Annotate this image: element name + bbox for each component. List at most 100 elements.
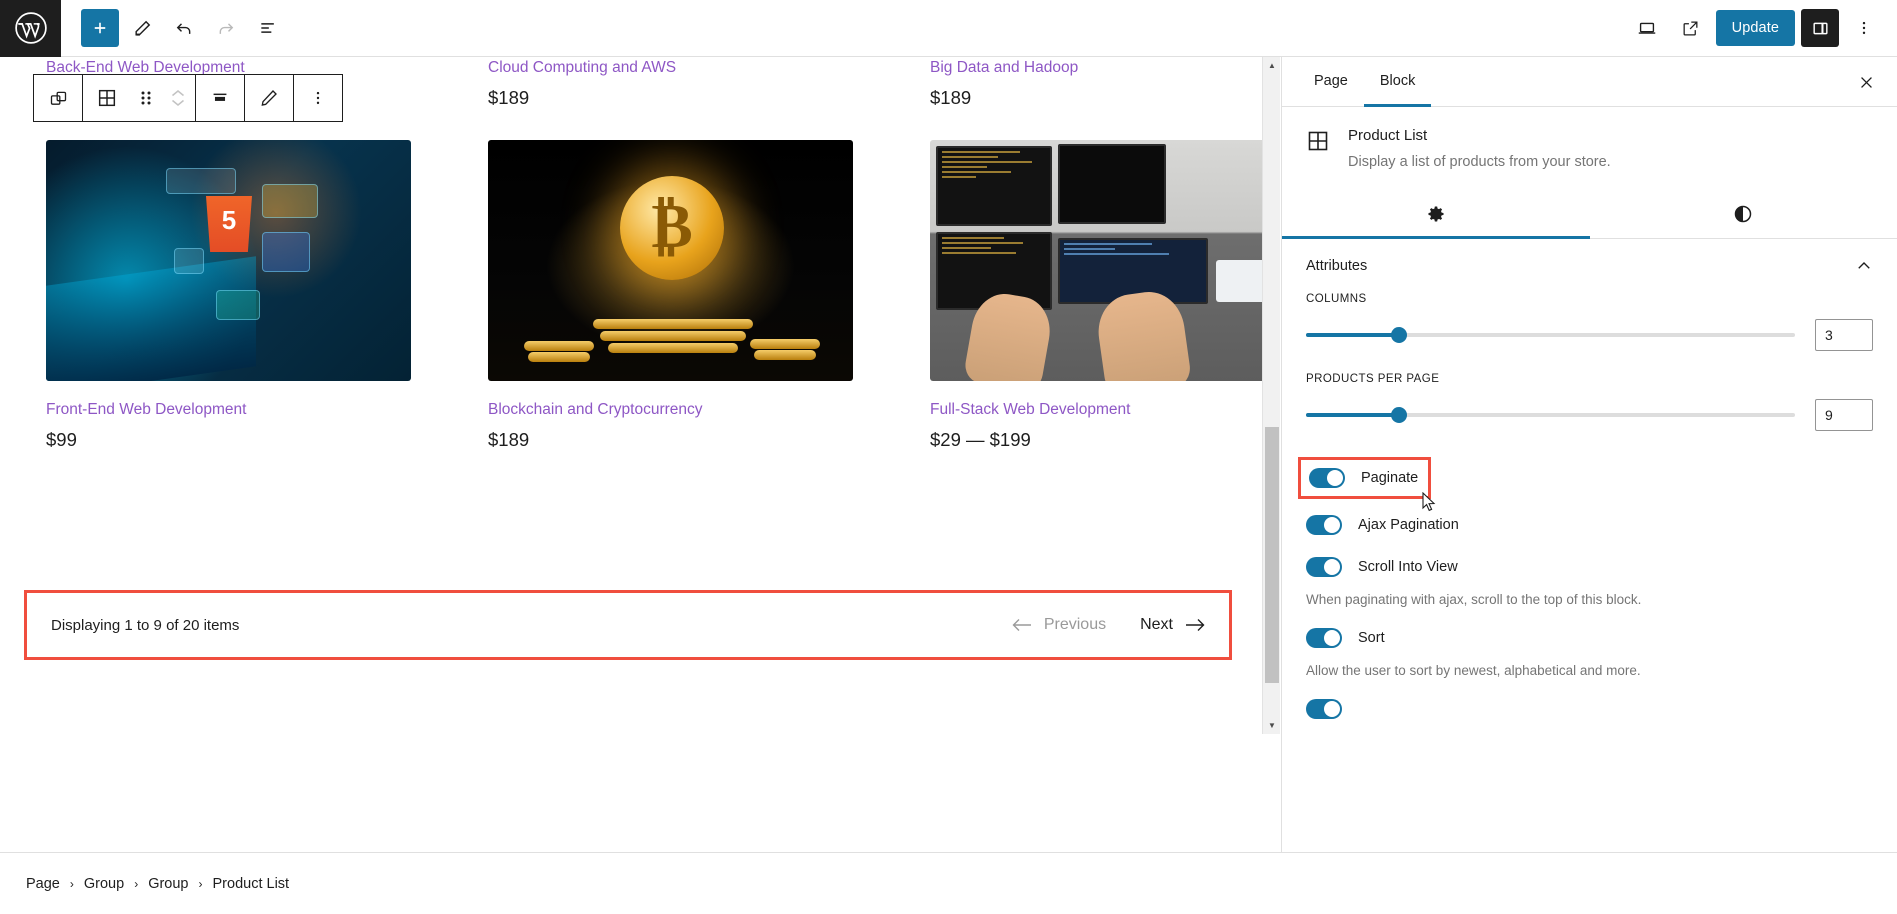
grid-icon: [1306, 127, 1332, 173]
sort-toggle[interactable]: [1306, 628, 1342, 648]
bitcoin-coin-photo: ₿: [488, 140, 853, 381]
sort-label: Sort: [1358, 630, 1385, 646]
pagination-bar-highlighted: Displaying 1 to 9 of 20 items Previous N…: [24, 590, 1232, 660]
undo-button[interactable]: [165, 9, 203, 47]
tab-page[interactable]: Page: [1298, 57, 1364, 107]
product-title-link[interactable]: Blockchain and Cryptocurrency: [488, 399, 890, 421]
product-title-link[interactable]: Full-Stack Web Development: [930, 399, 1280, 421]
scroll-into-view-toggle[interactable]: [1306, 557, 1342, 577]
ajax-pagination-toggle[interactable]: [1306, 515, 1342, 535]
product-card[interactable]: Cloud Computing and AWS $189: [488, 57, 890, 111]
styles-tab[interactable]: [1590, 191, 1897, 239]
pagination-count-text: Displaying 1 to 9 of 20 items: [51, 616, 240, 634]
sidebar-subtab-bar: [1282, 191, 1897, 239]
next-page-label: Next: [1140, 616, 1173, 633]
product-price: $99: [46, 429, 77, 450]
top-bar-left-tools: [81, 9, 287, 47]
settings-sidebar-icon[interactable]: [1801, 9, 1839, 47]
product-title-link[interactable]: Front-End Web Development: [46, 399, 448, 421]
columns-slider[interactable]: [1306, 327, 1795, 343]
breadcrumb-item-page[interactable]: Page: [26, 876, 60, 892]
columns-label: COLUMNS: [1306, 293, 1367, 305]
wordpress-logo-icon[interactable]: [0, 0, 61, 57]
add-block-button[interactable]: [81, 9, 119, 47]
arrow-left-icon: [1012, 619, 1031, 631]
settings-sidebar: Page Block Product List Display a list o…: [1281, 57, 1897, 852]
attributes-panel-header[interactable]: Attributes: [1306, 239, 1873, 293]
breadcrumb-item-group-1[interactable]: Group: [84, 876, 124, 892]
columns-input[interactable]: 3: [1815, 319, 1873, 351]
contrast-half-circle-icon: [1735, 205, 1752, 222]
paginate-label: Paginate: [1361, 470, 1419, 486]
product-card[interactable]: Big Data and Hadoop $189: [930, 57, 1280, 111]
align-center-icon[interactable]: [196, 75, 244, 121]
breadcrumb: Page › Group › Group › Product List: [0, 852, 1897, 914]
additional-toggle[interactable]: [1306, 699, 1342, 719]
settings-tab[interactable]: [1282, 191, 1590, 239]
attributes-panel-title: Attributes: [1306, 258, 1368, 274]
product-price: $189: [930, 87, 972, 108]
desktop-preview-icon[interactable]: [1628, 9, 1666, 47]
close-x-icon[interactable]: [1849, 65, 1883, 99]
breadcrumb-item-group-2[interactable]: Group: [148, 876, 188, 892]
vertical-ellipsis-icon[interactable]: [294, 75, 342, 121]
block-description: Display a list of products from your sto…: [1348, 154, 1611, 170]
next-page-button[interactable]: Next: [1140, 616, 1205, 634]
breadcrumb-item-product-list[interactable]: Product List: [213, 876, 290, 892]
tab-block[interactable]: Block: [1363, 57, 1432, 107]
scroll-into-view-help: When paginating with ajax, scroll to the…: [1306, 592, 1642, 607]
grid-icon[interactable]: [83, 75, 131, 121]
top-bar-right-tools: Update: [1628, 9, 1883, 47]
columns-control: COLUMNS 3: [1306, 293, 1873, 351]
copy-blocks-icon[interactable]: [34, 75, 82, 121]
block-title: Product List: [1348, 127, 1428, 144]
products-per-page-slider[interactable]: [1306, 407, 1795, 423]
vertical-ellipsis-icon[interactable]: [1845, 9, 1883, 47]
arrow-right-icon: [1186, 619, 1205, 631]
edit-tool-button[interactable]: [123, 9, 161, 47]
product-price: $189: [488, 429, 530, 450]
developer-desk-photo: [930, 140, 1280, 381]
ajax-pagination-row: Ajax Pagination: [1306, 515, 1873, 535]
drag-dots-icon[interactable]: [131, 75, 161, 121]
breadcrumb-separator-icon: ›: [134, 876, 139, 891]
products-per-page-control: PRODUCTS PER PAGE 9: [1306, 373, 1873, 431]
previous-page-button[interactable]: Previous: [1012, 616, 1106, 634]
product-title-link[interactable]: Cloud Computing and AWS: [488, 57, 890, 79]
previous-page-label: Previous: [1043, 616, 1107, 633]
product-row-bottom: 5 Front-End Web Development $99 ₿ Blockc…: [0, 140, 1280, 453]
scroll-into-view-row: Scroll Into View: [1306, 557, 1873, 577]
breadcrumb-separator-icon: ›: [69, 876, 74, 891]
editor-canvas: Back-End Web Development Cloud Computing…: [0, 57, 1280, 734]
block-info: Product List Display a list of products …: [1282, 107, 1897, 177]
update-button[interactable]: Update: [1715, 10, 1795, 46]
product-price: $189: [488, 87, 530, 108]
chevron-up-icon: [1858, 262, 1870, 269]
sort-help: Allow the user to sort by newest, alphab…: [1306, 663, 1641, 678]
next-toggle-row-clipped: [1306, 699, 1873, 719]
pagination-nav: Previous Next: [1012, 616, 1205, 634]
sidebar-scroll-track[interactable]: [1263, 57, 1280, 852]
view-external-link-icon[interactable]: [1672, 9, 1710, 47]
product-title-link[interactable]: Big Data and Hadoop: [930, 57, 1280, 79]
editor-top-bar: Update: [0, 0, 1897, 57]
attributes-panel: Attributes COLUMNS 3 PRODUCTS PER PAGE 9…: [1282, 239, 1897, 719]
paginate-toggle[interactable]: [1309, 468, 1345, 488]
product-price: $29 — $199: [930, 429, 1031, 450]
pencil-icon[interactable]: [245, 75, 293, 121]
mouse-cursor: [1422, 492, 1436, 512]
product-card[interactable]: ₿ Blockchain and Cryptocurrency $189: [488, 140, 890, 453]
document-overview-button[interactable]: [249, 9, 287, 47]
sort-row: Sort: [1306, 628, 1873, 648]
scroll-into-view-label: Scroll Into View: [1358, 559, 1458, 575]
product-card[interactable]: 5 Front-End Web Development $99: [46, 140, 448, 453]
chevron-up-down-icon[interactable]: [161, 75, 195, 121]
block-toolbar: [33, 74, 343, 122]
breadcrumb-separator-icon: ›: [198, 876, 203, 891]
sidebar-tab-bar: Page Block: [1282, 57, 1897, 107]
product-card[interactable]: Full-Stack Web Development $29 — $199: [930, 140, 1280, 453]
redo-button[interactable]: [207, 9, 245, 47]
paginate-toggle-highlighted: Paginate: [1298, 457, 1432, 499]
products-per-page-input[interactable]: 9: [1815, 399, 1873, 431]
products-per-page-label: PRODUCTS PER PAGE: [1306, 373, 1440, 385]
